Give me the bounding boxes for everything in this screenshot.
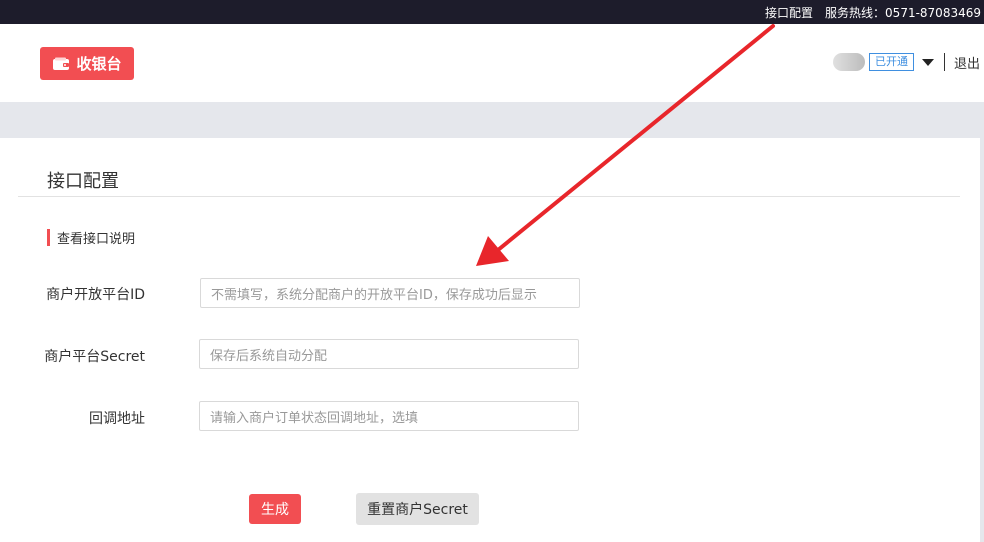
header-divider [943,53,945,71]
service-hotline: 服务热线：0571-87083469 [825,6,981,20]
status-badge: 已开通 [868,53,914,71]
gray-band [0,102,984,138]
wallet-icon [53,57,70,70]
view-api-docs-link[interactable]: 查看接口说明 [47,229,136,247]
callback-url-label: 回调地址 [89,411,145,427]
page-title: 接口配置 [47,171,119,192]
title-divider [18,196,960,197]
merchant-platform-id-label: 商户开放平台ID [46,287,145,303]
panel-edge [980,138,984,542]
generate-button[interactable]: 生成 [249,494,301,524]
merchant-secret-input[interactable]: 保存后系统自动分配 [199,339,579,369]
merchant-secret-label: 商户平台Secret [44,349,145,365]
avatar[interactable] [832,53,865,71]
merchant-platform-id-input[interactable]: 不需填写，系统分配商户的开放平台ID，保存成功后显示 [200,278,580,308]
caret-down-icon[interactable] [921,58,934,66]
section-marker [47,229,50,246]
logo-label: 收银台 [76,55,122,73]
header: 收银台 已开通 退出 [0,24,984,102]
interface-config-link[interactable]: 接口配置 [765,4,813,21]
top-bar: 接口配置 服务热线：0571-87083469 [0,0,984,24]
reset-secret-button[interactable]: 重置商户Secret [356,493,479,525]
cashier-logo-button[interactable]: 收银台 [40,47,134,80]
view-api-docs-label: 查看接口说明 [57,232,136,247]
user-area: 已开通 退出 [832,50,984,74]
logout-link[interactable]: 退出 [954,53,980,72]
callback-url-input[interactable]: 请输入商户订单状态回调地址，选填 [199,401,579,431]
